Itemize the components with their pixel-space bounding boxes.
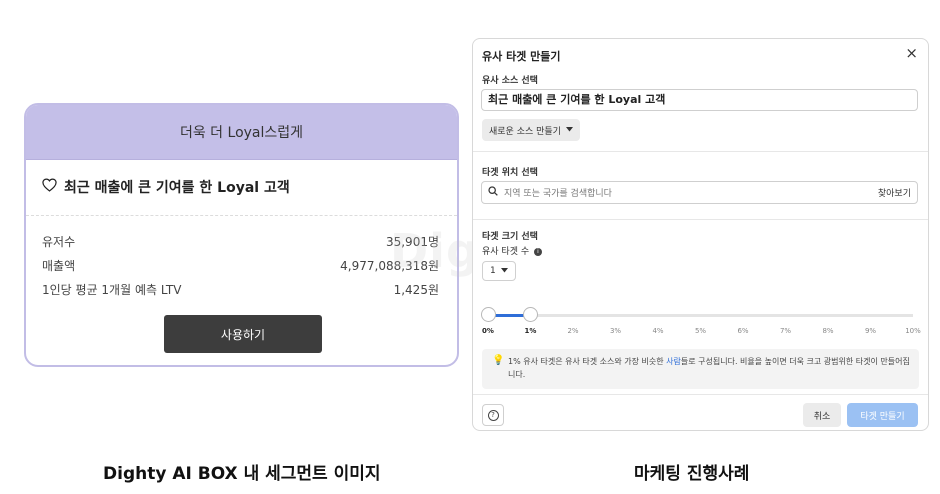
caret-down-icon	[500, 266, 508, 276]
slider-tick-label: 8%	[822, 327, 834, 335]
stat-label: 유저수	[42, 235, 76, 249]
slider-tick-label: 5%	[694, 327, 707, 335]
card-title-text: 최근 매출에 큰 기여를 한 Loyal 고객	[64, 180, 290, 196]
question-icon: ?	[487, 409, 499, 421]
create-target-button[interactable]: 타겟 만들기	[847, 403, 918, 427]
source-section-label: 유사 소스 선택	[482, 76, 538, 86]
source-input[interactable]: 최근 매출에 큰 기여를 한 Loyal 고객	[481, 89, 918, 111]
location-section-label: 타겟 위치 선택	[482, 168, 538, 178]
stat-value: 1,425원	[393, 283, 439, 297]
slider-tick-label: 6%	[737, 327, 749, 335]
slider-knob-min[interactable]	[480, 307, 496, 322]
card-header: 더욱 더 Loyal스럽게	[26, 105, 457, 160]
stat-value: 35,901명	[385, 235, 439, 249]
lookalike-count-label: 유사 타겟 수 i	[482, 244, 542, 257]
segment-card: 더욱 더 Loyal스럽게 최근 매출에 큰 기여를 한 Loyal 고객 유저…	[24, 103, 459, 367]
use-button[interactable]: 사용하기	[164, 315, 322, 353]
section-divider	[473, 151, 928, 152]
search-placeholder: 지역 또는 국가를 검색합니다	[504, 189, 612, 199]
lookalike-count-select[interactable]: 1	[482, 261, 516, 281]
caption-left: Dighty AI BOX 내 세그먼트 이미지	[103, 464, 381, 484]
new-source-button[interactable]: 새로운 소스 만들기	[482, 119, 580, 141]
info-icon[interactable]: i	[534, 247, 542, 256]
card-title: 최근 매출에 큰 기여를 한 Loyal 고객	[42, 177, 290, 197]
slider-tick-label: 9%	[864, 327, 877, 335]
slider-tick-label: 0%	[482, 327, 494, 335]
caption-right: 마케팅 진행사례	[634, 464, 750, 484]
note-highlight[interactable]: 사람	[666, 357, 681, 366]
slider-ticks: 0% 1% 2% 3% 4% 5% 6% 7% 8% 9% 10%	[477, 327, 921, 339]
stat-row-revenue: 매출액 4,977,088,318원	[42, 257, 439, 274]
caret-down-icon	[565, 125, 573, 135]
stat-row-ltv: 1인당 평균 1개월 예측 LTV 1,425원	[42, 281, 439, 298]
info-note: 💡 1% 유사 타겟은 유사 타겟 소스와 가장 비슷한 사람들로 구성됩니다.…	[482, 349, 919, 389]
lookalike-count-value: 1	[490, 266, 496, 276]
browse-link[interactable]: 찾아보기	[878, 186, 911, 199]
card-divider	[26, 215, 457, 216]
slider-tick-label: 10%	[905, 327, 921, 335]
help-button[interactable]: ?	[482, 404, 504, 426]
close-icon[interactable]: ×	[905, 44, 918, 62]
stat-value: 4,977,088,318원	[340, 259, 439, 273]
new-source-label: 새로운 소스 만들기	[489, 126, 561, 137]
stat-row-users: 유저수 35,901명	[42, 233, 439, 250]
heart-icon[interactable]	[42, 178, 57, 196]
stat-label: 1인당 평균 1개월 예측 LTV	[42, 283, 182, 297]
slider-knob-selected[interactable]	[523, 307, 538, 322]
dialog-title: 유사 타겟 만들기	[482, 50, 561, 63]
footer-divider	[473, 394, 928, 395]
lightbulb-icon: 💡	[492, 355, 505, 366]
location-search[interactable]: 지역 또는 국가를 검색합니다 찾아보기	[481, 181, 918, 204]
size-slider-track[interactable]	[488, 314, 913, 317]
slider-tick-label: 4%	[652, 327, 664, 335]
search-icon	[488, 186, 498, 199]
size-section-label: 타겟 크기 선택	[482, 232, 538, 242]
slider-tick-label: 1%	[524, 327, 537, 335]
lookalike-dialog: 유사 타겟 만들기 × 유사 소스 선택 최근 매출에 큰 기여를 한 Loya…	[472, 38, 929, 431]
stat-label: 매출액	[42, 259, 76, 273]
slider-tick-label: 3%	[609, 327, 622, 335]
note-text-1: 1% 유사 타겟은 유사 타겟 소스와 가장 비슷한	[508, 357, 667, 366]
slider-tick-label: 2%	[567, 327, 579, 335]
lookalike-count-text: 유사 타겟 수	[482, 247, 530, 257]
slider-tick-label: 7%	[779, 327, 792, 335]
section-divider	[473, 219, 928, 220]
cancel-button[interactable]: 취소	[803, 403, 841, 427]
